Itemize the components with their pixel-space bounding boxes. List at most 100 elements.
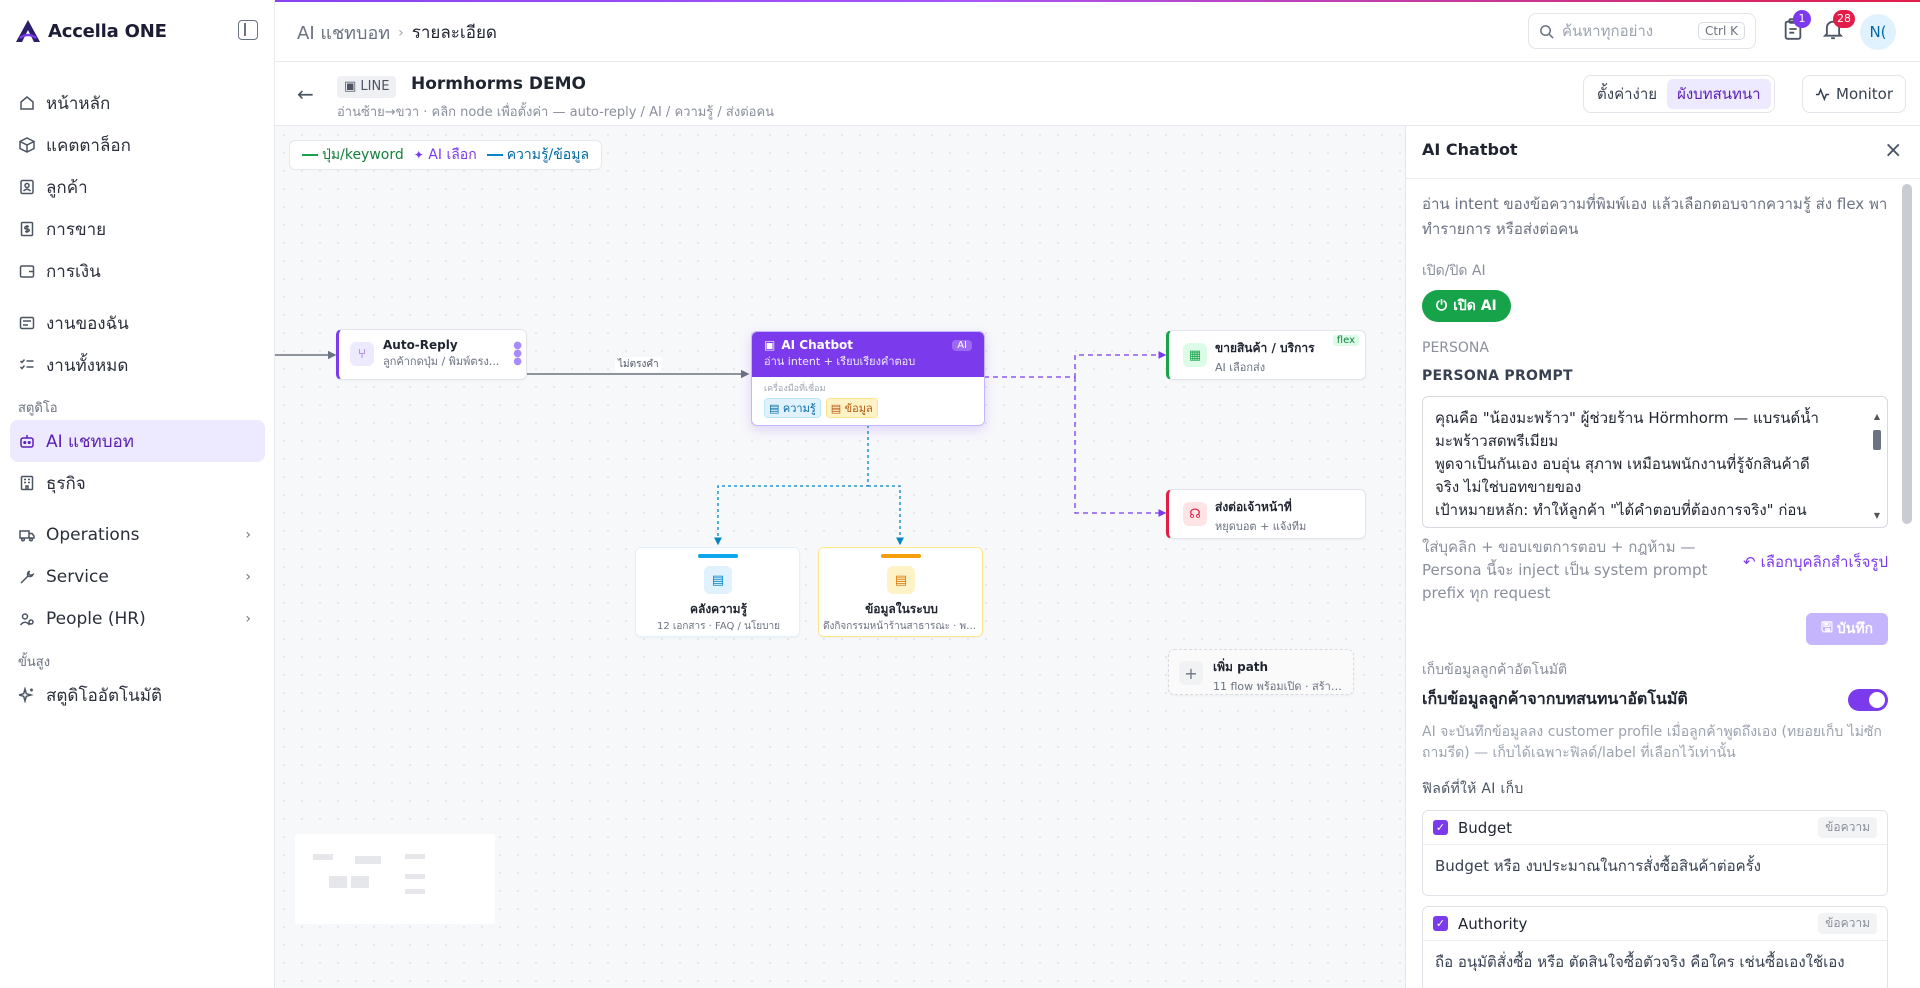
bot-icon <box>18 432 36 450</box>
tab-flow-diagram[interactable]: ผังบทสนทนา <box>1667 79 1771 109</box>
persona-section: PERSONA <box>1422 340 1489 356</box>
save-button[interactable]: 🖫 บันทึก <box>1806 613 1888 645</box>
sidebar-section-advanced: ขั้นสูง <box>18 655 51 670</box>
pick-preset-link[interactable]: ↶ เลือกบุคลิกสำเร็จรูป <box>1743 550 1888 574</box>
node-settings-panel: AI Chatbot × อ่าน intent ของข้อความที่พิ… <box>1405 126 1920 988</box>
node-ai-chatbot[interactable]: ▣ AI Chatbot อ่าน intent + เรียบเรียงคำต… <box>751 331 985 426</box>
pick-preset-label: เลือกบุคลิกสำเร็จรูป <box>1760 553 1888 571</box>
auto-collect-switch[interactable] <box>1848 688 1888 711</box>
node-add-path[interactable]: + เพิ่ม path 11 flow พร้อมเปิด · สร้าง c… <box>1168 649 1354 695</box>
edge-ai-to-handoff <box>1074 377 1167 517</box>
brand-logo[interactable]: Accella ONE <box>14 18 167 44</box>
chevron-right-icon: › <box>245 527 251 543</box>
node-subtitle: ดึงกิจกรรมหน้าร้านสาธารณะ · พอร์ม... <box>823 621 980 632</box>
node-subtitle: 11 flow พร้อมเปิด · สร้าง c... <box>1213 680 1343 693</box>
sidebar-item-label: People (HR) <box>46 609 146 629</box>
persona-prompt-label: PERSONA PROMPT <box>1422 368 1573 384</box>
ai-enable-toggle[interactable]: ⏻ เปิด AI <box>1422 290 1511 322</box>
field-name: Authority <box>1458 914 1528 933</box>
canvas-minimap[interactable] <box>273 834 495 924</box>
monitor-button[interactable]: Monitor <box>1802 75 1907 113</box>
sidebar-collapse-button[interactable] <box>238 20 258 40</box>
node-knowledge[interactable]: ▤ คลังความรู้ 12 เอกสาร · FAQ / นโยบาย <box>635 547 800 637</box>
search-shortcut: Ctrl K <box>1697 22 1745 40</box>
sidebar-item-label: งานของฉัน <box>46 313 129 334</box>
persona-line: พูดจาเป็นกันเอง อบอุ่น สุภาพ เหมือนพนักง… <box>1435 455 1810 473</box>
tasks-icon <box>18 314 36 332</box>
node-handoff[interactable]: ☊ ส่งต่อเจ้าหน้าที่ หยุดบอต + แจ้งทีม <box>1166 489 1366 539</box>
field-description-input[interactable]: Budget หรือ งบประมาณในการสั่งซื้อสินค้าต… <box>1423 845 1887 895</box>
field-checkbox[interactable]: ✓ <box>1433 820 1448 835</box>
node-title: ข้อมูลในระบบ <box>865 602 938 616</box>
database-icon: ▤ <box>887 566 915 594</box>
auto-collect-description: AI จะบันทึกข้อมูลลง customer profile เมื… <box>1422 724 1882 761</box>
sidebar-item-automation-studio[interactable]: สตูดิโออัตโนมัติ <box>10 674 265 716</box>
panel-description: อ่าน intent ของข้อความที่พิมพ์เอง แล้วเล… <box>1422 195 1888 238</box>
sidebar-item-customers[interactable]: ลูกค้า <box>10 166 265 208</box>
persona-prompt-textarea[interactable]: คุณคือ "น้องมะพร้าว" ผู้ช่วยร้าน Hörmhor… <box>1422 396 1888 528</box>
monitor-label: Monitor <box>1836 85 1894 103</box>
node-sell[interactable]: ▦ ขายสินค้า / บริการ AI เลือกส่ง flex <box>1166 330 1366 380</box>
panel-scrollbar[interactable] <box>1902 184 1912 524</box>
close-icon[interactable]: × <box>1884 138 1902 163</box>
sidebar-item-finance[interactable]: การเงิน <box>10 250 265 292</box>
sidebar-item-my-tasks[interactable]: งานของฉัน <box>10 302 265 344</box>
people-icon <box>18 610 36 628</box>
search-placeholder: ค้นหาทุกอย่าง <box>1562 22 1654 40</box>
edge-ai-to-knowledge <box>714 425 869 546</box>
fields-label: ฟิลด์ที่ให้ AI เก็บ <box>1422 781 1524 797</box>
drag-handle-icon[interactable]: ● ● ● <box>513 341 522 367</box>
node-subtitle: อ่าน intent + เรียบเรียงคำตอบ <box>764 355 916 368</box>
bot-toolbar: ← ▣ LINE Hormhorms DEMO อ่านซ้าย→ขวา · ค… <box>275 62 1920 126</box>
tool-chip-knowledge[interactable]: ▤ ความรู้ <box>764 398 821 418</box>
flow-canvas[interactable]: ปุ่ม/keyword ✦ AI เลือก ความรู้/ข้อมูล ไ… <box>273 126 1405 988</box>
undo-icon: ↶ <box>1743 553 1756 571</box>
brand-name: Accella ONE <box>48 20 167 42</box>
field-type-badge: ข้อความ <box>1818 817 1877 838</box>
activity-icon <box>1815 87 1830 101</box>
accella-logo-icon <box>16 20 40 42</box>
breadcrumb-root[interactable]: AI แชทบอท <box>297 18 390 47</box>
sidebar-item-home[interactable]: หน้าหลัก <box>10 82 265 124</box>
sidebar-item-business[interactable]: ธุรกิจ <box>10 462 265 504</box>
sidebar-item-service[interactable]: Service › <box>10 556 265 598</box>
sidebar-item-label: แคตตาล็อก <box>46 135 131 156</box>
edge-ai-to-sell <box>984 351 1167 378</box>
ai-toggle-section: เปิด/ปิด AI <box>1422 263 1486 279</box>
node-auto-reply[interactable]: ⑂ Auto-Reply ลูกค้ากดปุ่ม / พิมพ์ตรง... … <box>336 329 527 380</box>
auto-collect-section: เก็บข้อมูลลูกค้าอัตโนมัติ <box>1422 662 1568 678</box>
sidebar-item-label: หน้าหลัก <box>46 93 111 114</box>
notifications-badge: 28 <box>1833 10 1855 28</box>
plus-icon: + <box>1179 661 1203 685</box>
sidebar-nav: หน้าหลัก แคตตาล็อก ลูกค้า การขาย การเงิน… <box>10 82 265 716</box>
avatar[interactable]: N( <box>1860 14 1896 50</box>
flex-tag: flex <box>1332 335 1359 346</box>
save-icon: 🖫 <box>1820 620 1833 636</box>
database-icon: ▤ <box>704 566 732 594</box>
sidebar-item-people-hr[interactable]: People (HR) › <box>10 598 265 640</box>
node-subtitle: ลูกค้ากดปุ่ม / พิมพ์ตรง... <box>383 355 500 368</box>
sidebar-item-operations[interactable]: Operations › <box>10 514 265 556</box>
sidebar-item-catalog[interactable]: แคตตาล็อก <box>10 124 265 166</box>
tab-simple-setup[interactable]: ตั้งค่าง่าย <box>1587 79 1667 109</box>
node-system-data[interactable]: ▤ ข้อมูลในระบบ ดึงกิจกรรมหน้าร้านสาธารณะ… <box>818 547 983 637</box>
sidebar-item-all-tasks[interactable]: งานทั้งหมด <box>10 344 265 386</box>
field-name: Budget <box>1458 818 1512 837</box>
notifications-button[interactable]: 28 <box>1822 10 1855 42</box>
top-header: AI แชทบอท › รายละเอียด ค้นหาทุกอย่าง Ctr… <box>275 2 1920 62</box>
channel-name: LINE <box>360 79 390 94</box>
field-budget: ✓ Budget ข้อความ Budget หรือ งบประมาณในก… <box>1422 810 1888 896</box>
field-description-input[interactable]: ถือ อนุมัติสั่งซื้อ หรือ ตัดสินใจซื้อตัว… <box>1423 941 1887 988</box>
tool-chip-data[interactable]: ▤ ข้อมูล <box>825 398 878 418</box>
tasks-button[interactable]: 1 <box>1783 10 1811 42</box>
persona-note: ใส่บุคลิก + ขอบเขตการตอบ + กฎห้าม — Pers… <box>1422 538 1708 602</box>
sidebar-item-ai-chatbot[interactable]: AI แชทบอท <box>10 420 265 462</box>
sidebar-item-sales[interactable]: การขาย <box>10 208 265 250</box>
textarea-scrollbar[interactable]: ▲ ▼ <box>1873 405 1881 520</box>
save-label: บันทึก <box>1836 621 1874 637</box>
back-arrow-icon[interactable]: ← <box>297 82 314 106</box>
field-checkbox[interactable]: ✓ <box>1433 916 1448 931</box>
global-search[interactable]: ค้นหาทุกอย่าง Ctrl K <box>1528 13 1756 49</box>
node-title: ส่งต่อเจ้าหน้าที่ <box>1215 500 1292 514</box>
edge-ai-to-data <box>868 485 904 546</box>
